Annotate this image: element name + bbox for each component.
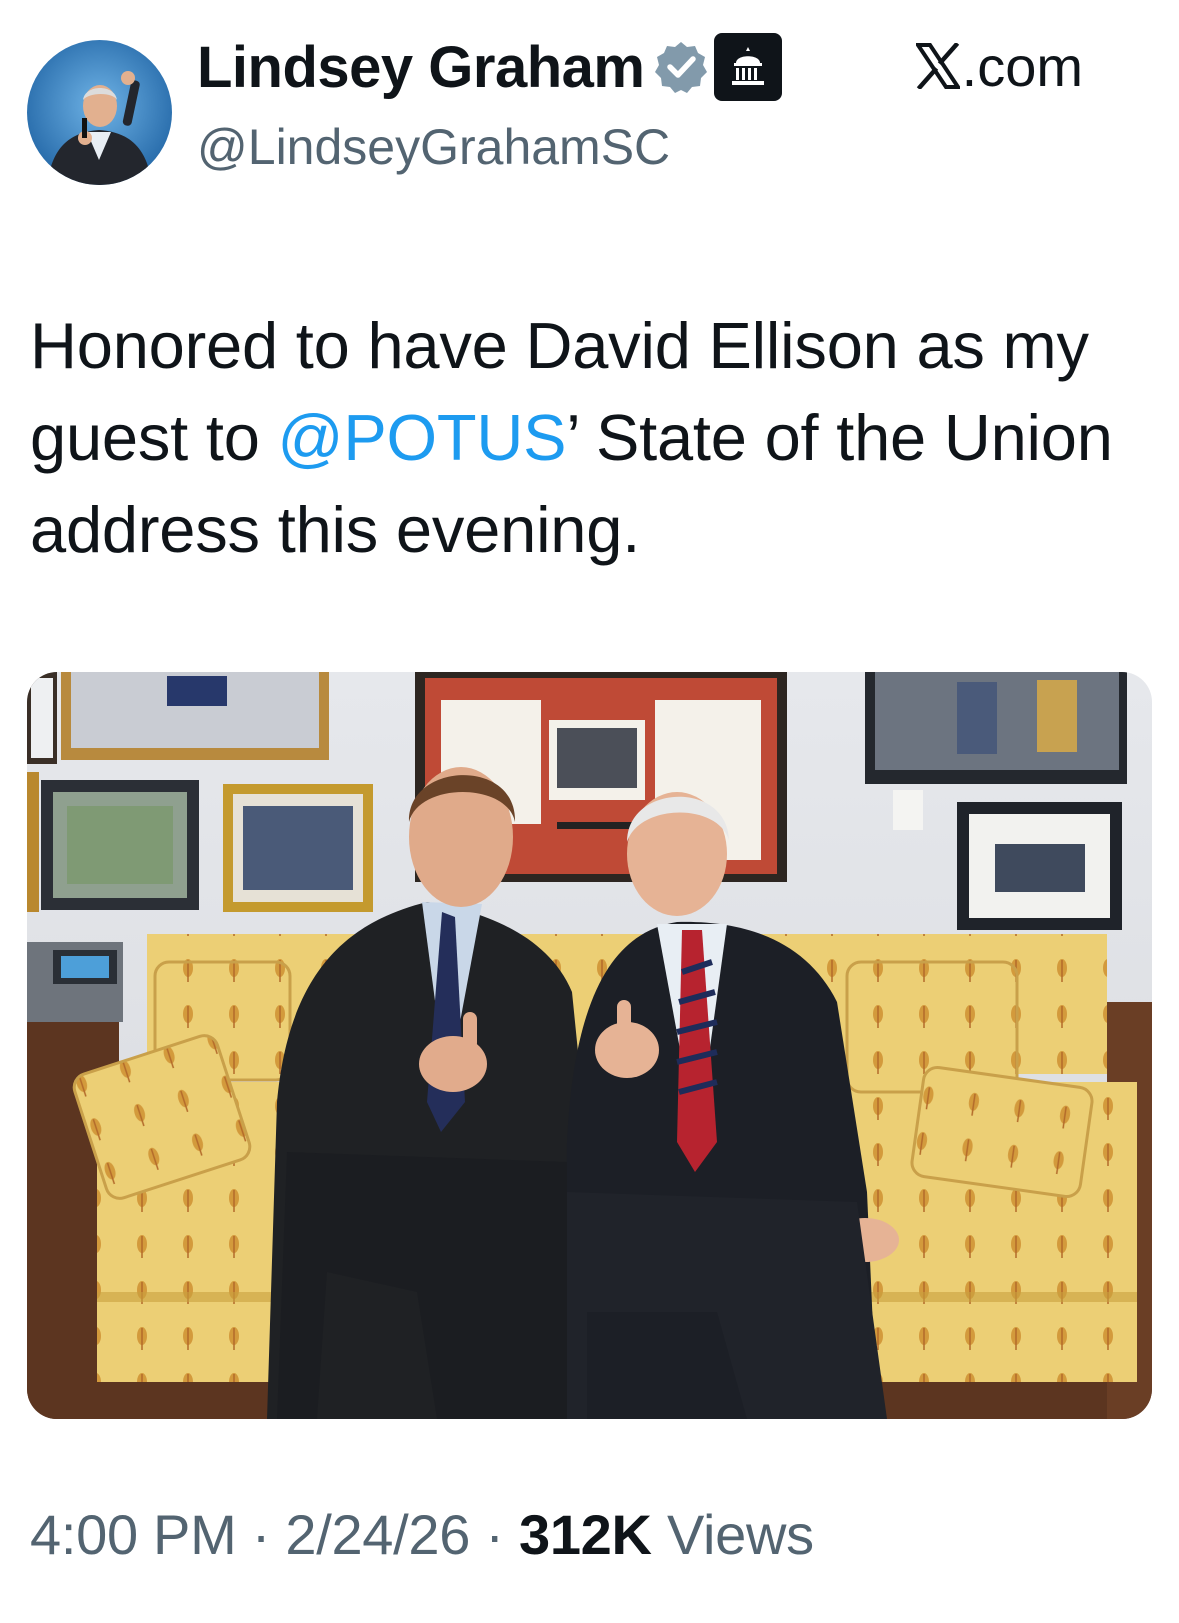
x-logo-icon — [915, 43, 960, 89]
avatar[interactable] — [27, 40, 172, 185]
tweet-time[interactable]: 4:00 PM — [30, 1503, 237, 1566]
meta-separator: · — [251, 1503, 271, 1566]
views-label: Views — [666, 1503, 814, 1566]
meta-separator: · — [485, 1503, 504, 1566]
x-brand: .com — [915, 34, 1083, 98]
tweet-card: Lindsey Graham @LindseyGrahamSC .com Hon… — [0, 0, 1179, 1623]
views-count: 312K — [518, 1503, 652, 1566]
author-name-row: Lindsey Graham — [197, 30, 783, 104]
tweet-text: Honored to have David Ellison as my gues… — [30, 300, 1150, 576]
author-display-name[interactable]: Lindsey Graham — [197, 34, 645, 101]
verified-badge-icon[interactable] — [654, 40, 708, 94]
tweet-meta: 4:00 PM · 2/24/26 · 312K Views — [30, 1502, 814, 1567]
author-handle[interactable]: @LindseyGrahamSC — [197, 118, 670, 176]
avatar-photo-icon — [27, 40, 172, 185]
photo-illustration — [27, 672, 1152, 1419]
government-capitol-icon[interactable] — [714, 33, 783, 101]
mention-link[interactable]: @POTUS — [278, 401, 567, 474]
brand-label: .com — [961, 34, 1083, 98]
tweet-date[interactable]: 2/24/26 — [285, 1503, 470, 1566]
tweet-photo[interactable] — [27, 672, 1152, 1419]
